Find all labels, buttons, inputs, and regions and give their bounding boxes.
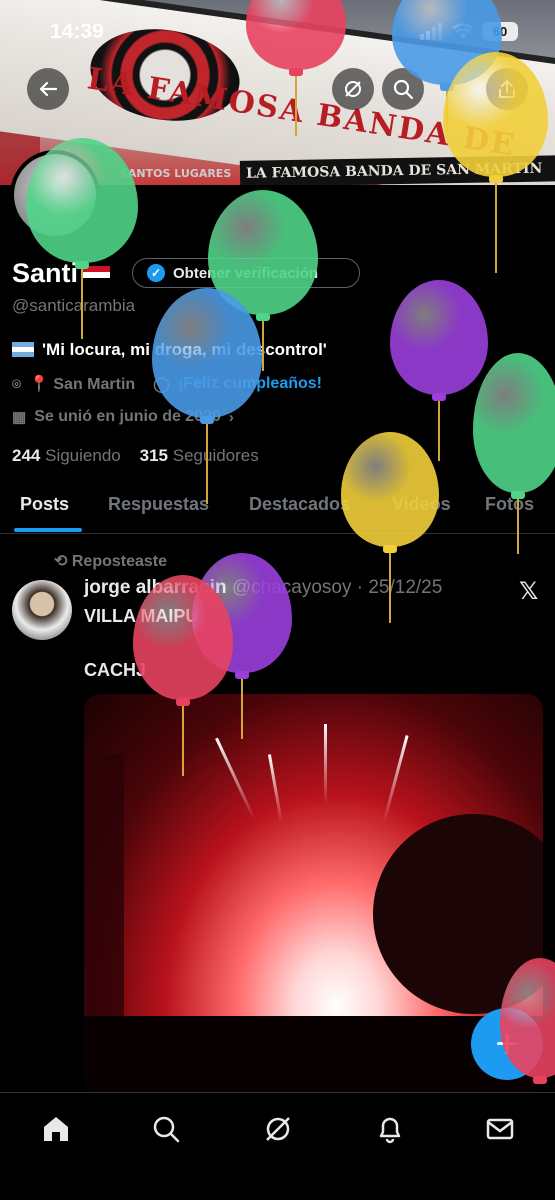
following-link[interactable]: 244 Siguiendo bbox=[12, 446, 121, 465]
image-tree-left bbox=[84, 754, 124, 1054]
nav-notifications[interactable] bbox=[372, 1111, 408, 1147]
repost-indicator: ⟲ Reposteaste bbox=[54, 553, 168, 570]
status-time: 14:39 bbox=[50, 20, 104, 43]
balloon bbox=[473, 353, 555, 558]
firework-spark bbox=[324, 724, 327, 804]
home-icon bbox=[44, 1117, 68, 1141]
grok-nav-icon bbox=[266, 1117, 290, 1141]
balloon bbox=[443, 52, 548, 277]
repost-icon: ⟲ bbox=[54, 553, 68, 570]
nav-messages[interactable] bbox=[482, 1111, 518, 1147]
argentina-flag-icon bbox=[12, 342, 34, 357]
tab-highlights[interactable]: Destacados bbox=[249, 494, 350, 515]
calendar-icon: ▦ bbox=[12, 409, 27, 426]
balloon bbox=[152, 288, 262, 508]
back-button[interactable] bbox=[27, 68, 69, 110]
post-author-avatar[interactable] bbox=[12, 580, 72, 640]
bottom-nav bbox=[0, 1092, 555, 1200]
explore-icon bbox=[153, 1116, 180, 1143]
nav-explore[interactable] bbox=[148, 1111, 184, 1147]
nav-home[interactable] bbox=[38, 1111, 74, 1147]
balloon bbox=[500, 958, 555, 1088]
messages-icon bbox=[486, 1118, 514, 1140]
balloon bbox=[246, 0, 346, 140]
nav-grok[interactable] bbox=[260, 1111, 296, 1147]
firework-spark bbox=[267, 754, 284, 824]
balloon bbox=[341, 432, 439, 627]
balloon bbox=[133, 575, 233, 780]
tab-posts[interactable]: Posts bbox=[20, 494, 69, 515]
firework-spark bbox=[382, 735, 409, 823]
notifications-icon bbox=[379, 1117, 401, 1144]
x-logo-icon: 𝕏 bbox=[519, 577, 539, 605]
profile-tabs: Posts Respuestas Destacados Videos Fotos bbox=[0, 482, 555, 534]
back-arrow-icon bbox=[39, 81, 58, 97]
location-icon: ⌾ bbox=[12, 375, 22, 393]
active-tab-indicator bbox=[14, 528, 82, 532]
verified-check-icon: ✓ bbox=[147, 264, 165, 282]
profile-location: 📍 San Martin bbox=[29, 376, 136, 393]
balloon bbox=[26, 138, 138, 343]
